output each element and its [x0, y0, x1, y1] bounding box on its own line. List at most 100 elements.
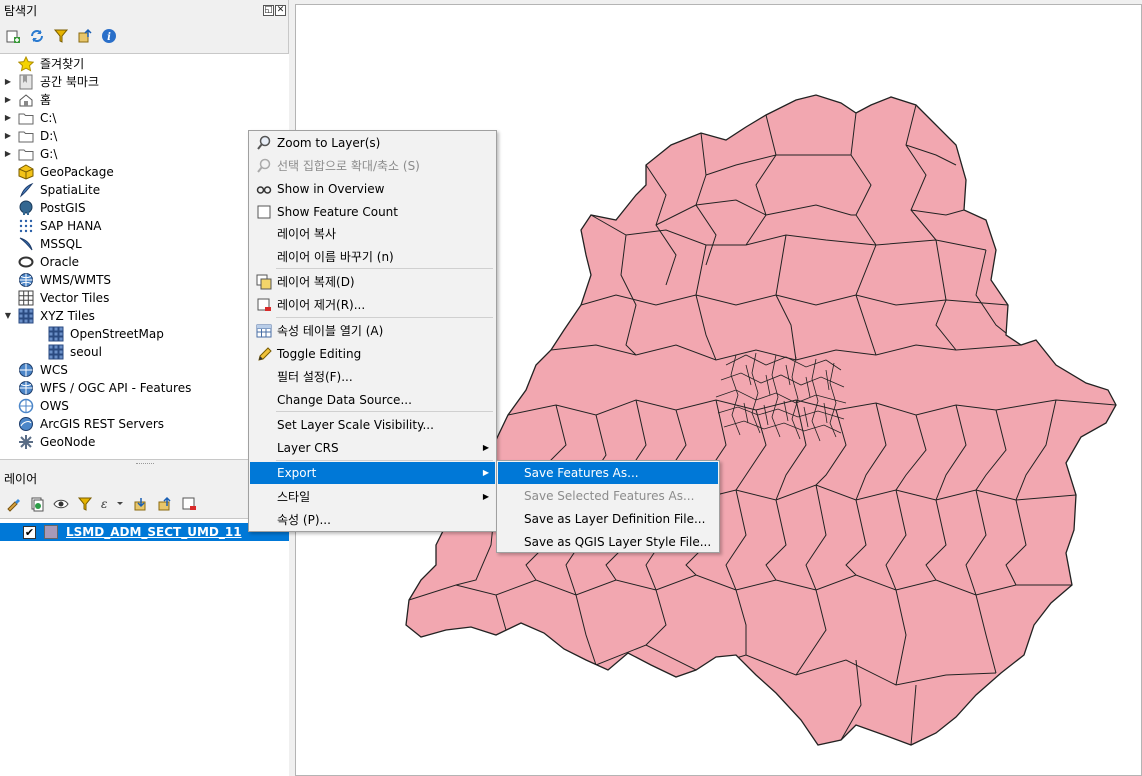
bookmark-icon	[18, 74, 34, 90]
browser-panel-buttons: ◱ ✕	[263, 5, 286, 16]
menu-icon-placeholder	[256, 440, 272, 456]
browser-item[interactable]: WCS	[2, 361, 68, 379]
context-menu-label: Toggle Editing	[277, 347, 362, 361]
export-submenu-item[interactable]: Save as Layer Definition File...	[498, 508, 718, 530]
browser-toolbar: i	[4, 27, 118, 45]
submenu-arrow-icon: ▶	[482, 468, 489, 477]
remove-layer-toolbar-icon[interactable]	[180, 495, 198, 513]
filter-icon[interactable]	[52, 27, 70, 45]
context-menu-item[interactable]: Zoom to Layer(s)	[250, 132, 495, 154]
context-menu-item[interactable]: Show Feature Count	[250, 201, 495, 223]
layer-row[interactable]: ✔ LSMD_ADM_SECT_UMD_11	[0, 523, 289, 541]
checkbox-icon	[256, 204, 272, 220]
expand-right-icon[interactable]: ▶	[2, 91, 14, 109]
layer-name[interactable]: LSMD_ADM_SECT_UMD_11	[66, 525, 242, 539]
folder-icon	[18, 110, 34, 126]
filter-legend-icon[interactable]	[76, 495, 94, 513]
browser-item-label: OWS	[40, 399, 69, 413]
menu-icon-placeholder	[256, 489, 272, 505]
expand-right-icon[interactable]: ▶	[2, 109, 14, 127]
expand-all-icon[interactable]	[132, 495, 150, 513]
postgis-icon	[18, 200, 34, 216]
browser-item[interactable]: Vector Tiles	[2, 289, 109, 307]
browser-item[interactable]: OWS	[2, 397, 69, 415]
layer-symbol-swatch	[44, 525, 58, 539]
context-menu-item[interactable]: 레이어 복사	[250, 223, 495, 245]
browser-item[interactable]: MSSQL	[2, 235, 82, 253]
context-menu-item[interactable]: Set Layer Scale Visibility...	[250, 414, 495, 436]
browser-item[interactable]: ▶ C:\	[2, 109, 57, 127]
context-menu-label: Show in Overview	[277, 182, 385, 196]
float-panel-icon[interactable]: ◱	[263, 5, 274, 16]
context-menu-item[interactable]: 레이어 복제(D)	[250, 271, 495, 293]
browser-item[interactable]: seoul	[32, 343, 102, 361]
browser-item[interactable]: Oracle	[2, 253, 79, 271]
context-menu-item[interactable]: Show in Overview	[250, 178, 495, 200]
browser-item[interactable]: WMS/WMTS	[2, 271, 111, 289]
context-menu-label: 레이어 제거(R)...	[277, 298, 366, 312]
context-menu-item[interactable]: 필터 설정(F)...	[250, 366, 495, 388]
context-menu-item[interactable]: 레이어 이름 바꾸기 (n)	[250, 246, 495, 268]
context-menu-item: 선택 집합으로 확대/축소 (S)	[250, 155, 495, 177]
menu-icon-placeholder	[256, 249, 272, 265]
expression-filter-icon[interactable]: ε	[100, 495, 126, 513]
context-menu-item[interactable]: 레이어 제거(R)...	[250, 294, 495, 316]
context-menu-item[interactable]: 스타일 ▶	[250, 486, 495, 508]
layers-panel-title: 레이어	[4, 472, 38, 486]
browser-item[interactable]: GeoNode	[2, 433, 95, 451]
context-menu-item[interactable]: 속성 테이블 열기 (A)	[250, 320, 495, 342]
context-menu-item[interactable]: Toggle Editing	[250, 343, 495, 365]
add-layer-icon[interactable]	[4, 27, 22, 45]
info-icon[interactable]: i	[100, 27, 118, 45]
context-menu-item[interactable]: Export ▶	[250, 462, 495, 484]
context-menu-item[interactable]: Layer CRS ▶	[250, 437, 495, 459]
menu-icon-placeholder	[256, 417, 272, 433]
browser-item-label: WCS	[40, 363, 68, 377]
browser-item[interactable]: GeoPackage	[2, 163, 114, 181]
browser-item-label: 즐겨찾기	[40, 57, 85, 71]
browser-item[interactable]: ▶ G:\	[2, 145, 57, 163]
layer-visibility-checkbox[interactable]: ✔	[23, 525, 36, 539]
visibility-eye-icon[interactable]	[52, 495, 70, 513]
export-submenu-item[interactable]: Save as QGIS Layer Style File...	[498, 531, 718, 553]
browser-item[interactable]: ▼ XYZ Tiles	[2, 307, 95, 325]
browser-item[interactable]: WFS / OGC API - Features	[2, 379, 191, 397]
browser-item[interactable]: SpatiaLite	[2, 181, 100, 199]
home-icon	[18, 92, 34, 108]
collapse-layers-icon[interactable]	[156, 495, 174, 513]
menu-icon-placeholder	[256, 392, 272, 408]
expand-right-icon[interactable]: ▶	[2, 73, 14, 91]
menu-icon-placeholder	[256, 369, 272, 385]
export-submenu-item[interactable]: Save Features As...	[498, 462, 718, 484]
browser-item-label: GeoPackage	[40, 165, 114, 179]
context-menu-label: Set Layer Scale Visibility...	[277, 418, 434, 432]
browser-item[interactable]: ▶ D:\	[2, 127, 57, 145]
expand-right-icon[interactable]: ▶	[2, 145, 14, 163]
overview-icon	[256, 181, 272, 197]
browser-item[interactable]: ▶ 홈	[2, 91, 51, 109]
browser-item[interactable]: 즐겨찾기	[2, 55, 84, 73]
style-brush-icon[interactable]	[4, 495, 22, 513]
context-menu-item[interactable]: 속성 (P)...	[250, 509, 495, 531]
panel-splitter[interactable]	[0, 461, 289, 467]
left-dock: 탐색기 ◱ ✕ i 즐겨찾기 ▶ 공간 북마크 ▶ 홈 ▶ C:\ ▶ D:\ ▶ G:\ GeoPa…	[0, 0, 289, 776]
menu-icon-placeholder	[256, 465, 272, 481]
refresh-icon[interactable]	[28, 27, 46, 45]
browser-item[interactable]: ▶ 공간 북마크	[2, 73, 99, 91]
arcgis-icon	[18, 416, 34, 432]
context-menu-item[interactable]: Change Data Source...	[250, 389, 495, 411]
browser-item[interactable]: OpenStreetMap	[32, 325, 164, 343]
attribute-table-icon	[256, 323, 272, 339]
expand-right-icon[interactable]: ▶	[2, 127, 14, 145]
add-group-icon[interactable]	[28, 495, 46, 513]
browser-item-label: SAP HANA	[40, 219, 102, 233]
browser-item[interactable]: PostGIS	[2, 199, 86, 217]
close-panel-icon[interactable]: ✕	[275, 5, 286, 16]
menu-icon-placeholder	[256, 226, 272, 242]
browser-item-label: MSSQL	[40, 237, 82, 251]
remove-layer-icon	[256, 297, 272, 313]
collapse-all-icon[interactable]	[76, 27, 94, 45]
browser-item[interactable]: ArcGIS REST Servers	[2, 415, 164, 433]
browser-item[interactable]: SAP HANA	[2, 217, 102, 235]
expand-down-icon[interactable]: ▼	[2, 307, 14, 325]
